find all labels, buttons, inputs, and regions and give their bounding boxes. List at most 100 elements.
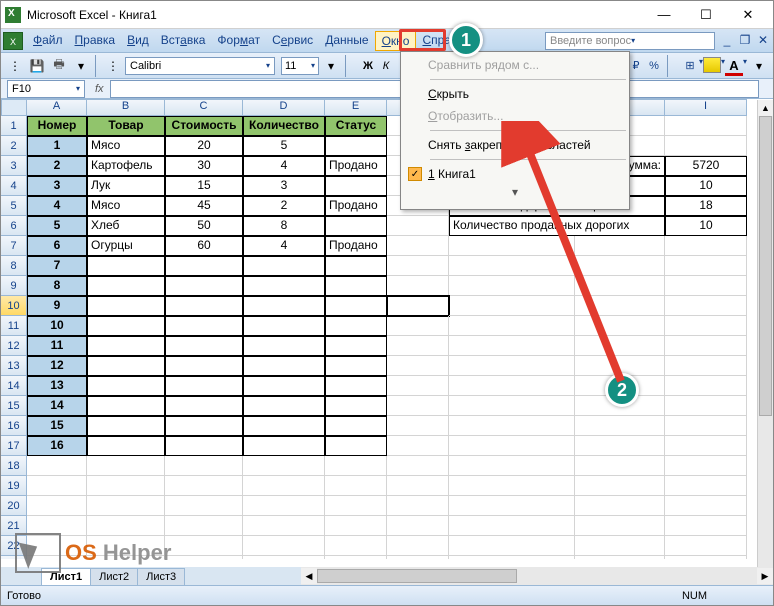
cell[interactable]: 50 (165, 216, 243, 236)
cell[interactable] (387, 536, 449, 556)
more-icon[interactable]: ▾ (71, 56, 91, 76)
cell[interactable] (243, 556, 325, 559)
cell[interactable]: Мясо (87, 136, 165, 156)
cell[interactable] (387, 376, 449, 396)
cell[interactable] (325, 476, 387, 496)
cell[interactable]: 2 (243, 196, 325, 216)
row-header[interactable]: 6 (1, 216, 27, 236)
font-name-select[interactable]: Calibri▾ (125, 57, 275, 75)
cell[interactable] (387, 456, 449, 476)
cell[interactable]: 9 (27, 296, 87, 316)
cell[interactable] (665, 236, 747, 256)
row-header[interactable]: 8 (1, 256, 27, 276)
cell[interactable] (325, 516, 387, 536)
cell[interactable] (387, 216, 449, 236)
cell[interactable] (387, 316, 449, 336)
row-header[interactable]: 2 (1, 136, 27, 156)
font-color-button[interactable]: A (725, 57, 743, 75)
row-header[interactable]: 7 (1, 236, 27, 256)
vertical-scrollbar[interactable]: ▲ ▼ (757, 100, 773, 585)
cell[interactable] (243, 316, 325, 336)
menu-edit[interactable]: Правка (69, 31, 122, 51)
help-search[interactable]: Введите вопрос▾ (545, 32, 715, 50)
cell[interactable] (325, 316, 387, 336)
cell[interactable]: 11 (27, 336, 87, 356)
cell[interactable] (665, 296, 747, 316)
cell[interactable] (665, 376, 747, 396)
col-header[interactable]: C (165, 99, 243, 116)
menu-data[interactable]: Данные (319, 31, 374, 51)
cell[interactable] (165, 316, 243, 336)
cell[interactable] (325, 416, 387, 436)
percent-button[interactable]: % (645, 57, 663, 75)
cell[interactable] (325, 276, 387, 296)
cell[interactable]: 4 (243, 236, 325, 256)
doc-icon[interactable]: X (3, 32, 23, 50)
more-icon[interactable]: ▾ (749, 56, 769, 76)
row-header[interactable]: 19 (1, 476, 27, 496)
cell[interactable] (449, 496, 575, 516)
cell[interactable] (243, 256, 325, 276)
cell[interactable]: Статус (325, 116, 387, 136)
cell[interactable] (665, 356, 747, 376)
cell[interactable]: 18 (665, 196, 747, 216)
cell[interactable]: 10 (665, 216, 747, 236)
cell[interactable] (243, 436, 325, 456)
cell[interactable] (387, 276, 449, 296)
cell[interactable]: 8 (27, 276, 87, 296)
cell[interactable] (575, 336, 665, 356)
cell[interactable] (165, 276, 243, 296)
cell[interactable]: Продано (325, 156, 387, 176)
cell[interactable]: 4 (243, 156, 325, 176)
cell[interactable] (575, 316, 665, 336)
cell[interactable] (575, 276, 665, 296)
cell[interactable] (665, 436, 747, 456)
cell[interactable] (325, 396, 387, 416)
cell[interactable] (165, 556, 243, 559)
cell[interactable] (243, 536, 325, 556)
menu-view[interactable]: Вид (121, 31, 155, 51)
cell[interactable] (665, 276, 747, 296)
row-header[interactable]: 15 (1, 396, 27, 416)
cell[interactable] (325, 436, 387, 456)
menu-file[interactable]: Файл (27, 31, 69, 51)
cell[interactable]: Лук (87, 176, 165, 196)
cell[interactable] (449, 516, 575, 536)
cell[interactable] (165, 476, 243, 496)
cell[interactable] (387, 516, 449, 536)
row-header[interactable]: 16 (1, 416, 27, 436)
cell[interactable]: Номер (27, 116, 87, 136)
cell[interactable] (665, 396, 747, 416)
cell[interactable] (575, 456, 665, 476)
cell[interactable] (325, 256, 387, 276)
cell[interactable] (87, 436, 165, 456)
cell[interactable] (665, 136, 747, 156)
row-header[interactable]: 9 (1, 276, 27, 296)
row-header[interactable]: 14 (1, 376, 27, 396)
cell[interactable] (87, 276, 165, 296)
cell[interactable] (449, 236, 575, 256)
cell[interactable] (325, 456, 387, 476)
doc-close-button[interactable]: ✕ (755, 33, 771, 49)
cell[interactable] (325, 356, 387, 376)
cell[interactable] (575, 436, 665, 456)
cell[interactable]: 16 (27, 436, 87, 456)
cell[interactable] (665, 316, 747, 336)
cell[interactable] (665, 116, 747, 136)
cell[interactable] (243, 456, 325, 476)
cell[interactable] (325, 376, 387, 396)
cell[interactable]: 5 (243, 136, 325, 156)
cell[interactable]: Картофель (87, 156, 165, 176)
cell[interactable] (243, 336, 325, 356)
cell[interactable] (387, 356, 449, 376)
cell[interactable] (575, 476, 665, 496)
cell[interactable] (575, 256, 665, 276)
scroll-up-button[interactable]: ▲ (758, 100, 773, 116)
cell[interactable] (243, 276, 325, 296)
cell[interactable] (665, 456, 747, 476)
cell[interactable]: 7 (27, 256, 87, 276)
cell[interactable]: 2 (27, 156, 87, 176)
menu-expand-icon[interactable]: ▾ (402, 185, 628, 199)
doc-min-button[interactable]: _ (719, 33, 735, 49)
cell[interactable] (87, 496, 165, 516)
